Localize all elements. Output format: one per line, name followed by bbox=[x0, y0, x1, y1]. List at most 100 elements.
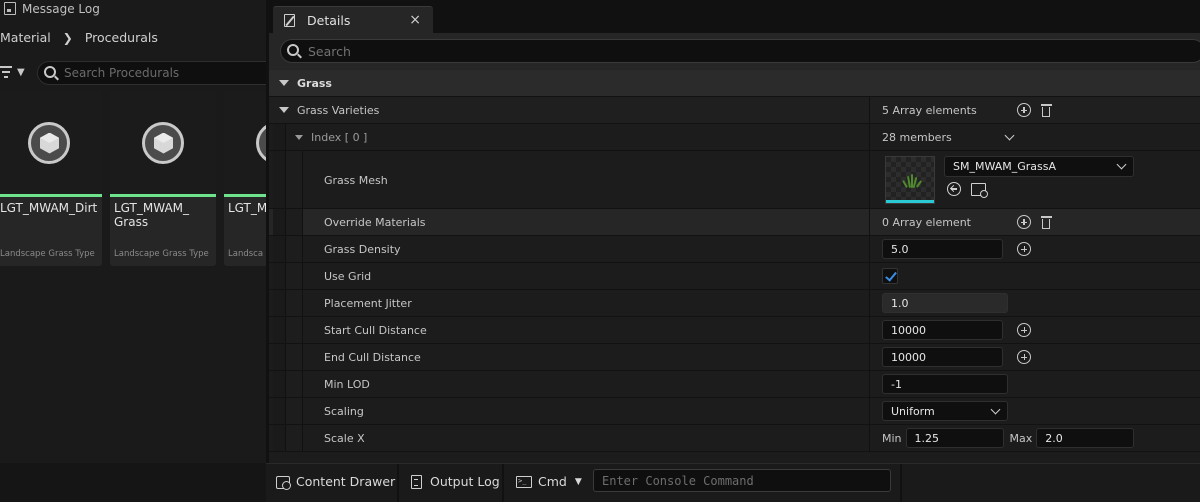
sphere-icon bbox=[256, 121, 266, 164]
min-label: Min bbox=[882, 431, 902, 445]
asset-name: LGT_MWAM_Dirt bbox=[0, 201, 98, 215]
scaling-selected: Uniform bbox=[891, 404, 935, 418]
mesh-asset-picker[interactable]: SM_MWAM_GrassA bbox=[944, 156, 1134, 177]
status-bar: Content Drawer Output Log >_ Cmd ▼ Enter… bbox=[266, 463, 1200, 502]
use-selected-icon[interactable] bbox=[947, 182, 961, 196]
grass-density-input[interactable]: 5.0 bbox=[882, 239, 1003, 259]
mesh-asset-name: SM_MWAM_GrassA bbox=[953, 160, 1057, 173]
search-placeholder: Search Procedurals bbox=[64, 66, 180, 80]
output-log-button[interactable]: Output Log bbox=[411, 464, 500, 499]
add-icon[interactable] bbox=[1016, 103, 1031, 117]
row-start-cull-distance: Start Cull Distance 10000 bbox=[269, 317, 1200, 344]
asset-name: LGT_M bbox=[228, 201, 266, 215]
section-grass[interactable]: Grass bbox=[269, 70, 1200, 97]
content-drawer-button[interactable]: Content Drawer bbox=[276, 464, 395, 499]
tab-strip: Details × bbox=[269, 0, 1200, 33]
asset-tile-partial[interactable]: LGT_M Landsca bbox=[224, 91, 266, 266]
console-placeholder: Enter Console Command bbox=[602, 473, 754, 488]
details-panel: Details × Search Grass Grass Varieties 5… bbox=[266, 0, 1200, 463]
row-scaling: Scaling Uniform bbox=[269, 398, 1200, 425]
filter-icon[interactable] bbox=[0, 66, 14, 80]
property-value: 28 members bbox=[882, 130, 952, 144]
asset-thumbnail bbox=[0, 91, 102, 194]
breadcrumb-material[interactable]: Material bbox=[0, 30, 51, 45]
collapse-icon[interactable] bbox=[295, 134, 303, 140]
property-label: Grass Varieties bbox=[297, 103, 380, 117]
row-grass-varieties: Grass Varieties 5 Array elements bbox=[269, 97, 1200, 124]
section-title: Grass bbox=[297, 76, 332, 90]
message-log-icon bbox=[4, 2, 16, 15]
scaling-dropdown[interactable]: Uniform bbox=[882, 401, 1008, 421]
chevron-right-icon: ❯ bbox=[62, 30, 73, 45]
chevron-down-icon bbox=[990, 404, 1001, 414]
add-icon[interactable] bbox=[1017, 350, 1031, 364]
property-label: Scale X bbox=[324, 431, 365, 445]
asset-tile-dirt[interactable]: LGT_MWAM_Dirt Landscape Grass Type bbox=[0, 91, 102, 266]
trash-icon[interactable] bbox=[1040, 103, 1052, 117]
row-override-materials: Override Materials 0 Array element bbox=[269, 209, 1200, 236]
asset-type: Landscape Grass Type bbox=[0, 249, 95, 259]
asset-tile-grass[interactable]: LGT_MWAM_ Grass Landscape Grass Type bbox=[110, 91, 216, 266]
use-grid-checkbox[interactable] bbox=[882, 268, 898, 284]
filter-bar: ▼ Search Procedurals bbox=[0, 61, 266, 85]
chevron-down-icon: ▼ bbox=[574, 476, 582, 487]
property-value: 0 Array element bbox=[882, 215, 971, 229]
add-icon[interactable] bbox=[1017, 323, 1031, 337]
output-log-icon bbox=[411, 474, 422, 489]
details-search-bar: Search bbox=[269, 33, 1200, 70]
trash-icon[interactable] bbox=[1040, 215, 1052, 229]
message-log-tab[interactable]: Message Log bbox=[0, 0, 266, 17]
search-procedurals-input[interactable]: Search Procedurals bbox=[37, 61, 266, 85]
close-icon[interactable]: × bbox=[409, 12, 421, 28]
chevron-down-icon[interactable]: ▼ bbox=[17, 67, 25, 78]
property-value: 5 Array elements bbox=[882, 103, 977, 117]
asset-type: Landsca bbox=[228, 249, 264, 259]
scale-x-min-input[interactable]: 1.25 bbox=[905, 428, 1004, 448]
max-label: Max bbox=[1009, 431, 1033, 445]
property-label: Grass Density bbox=[324, 242, 401, 256]
property-grid: Grass Grass Varieties 5 Array elements I… bbox=[269, 70, 1200, 452]
scale-x-max-input[interactable]: 2.0 bbox=[1036, 428, 1135, 448]
asset-type: Landscape Grass Type bbox=[114, 249, 209, 259]
asset-name: LGT_MWAM_ Grass bbox=[114, 201, 190, 229]
cube-icon bbox=[40, 132, 59, 154]
tab-details-label: Details bbox=[307, 12, 351, 28]
end-cull-distance-input[interactable]: 10000 bbox=[882, 347, 1003, 367]
sphere-icon bbox=[142, 121, 184, 164]
mesh-thumbnail[interactable] bbox=[885, 156, 935, 204]
browse-asset-icon[interactable] bbox=[971, 182, 988, 198]
add-icon[interactable] bbox=[1017, 242, 1031, 256]
property-label: Scaling bbox=[324, 404, 364, 418]
asset-thumbnail bbox=[110, 91, 216, 194]
output-log-label: Output Log bbox=[430, 474, 500, 489]
console-command-input[interactable]: Enter Console Command bbox=[593, 469, 891, 492]
content-drawer-label: Content Drawer bbox=[296, 474, 396, 489]
tab-details[interactable]: Details × bbox=[273, 6, 433, 33]
asset-thumbnail bbox=[224, 91, 266, 194]
row-use-grid: Use Grid bbox=[269, 263, 1200, 290]
start-cull-distance-input[interactable]: 10000 bbox=[882, 320, 1003, 340]
edit-icon bbox=[283, 13, 297, 27]
row-end-cull-distance: End Cull Distance 10000 bbox=[269, 344, 1200, 371]
row-scale-x: Scale X Min 1.25 Max 2.0 bbox=[269, 425, 1200, 452]
details-search-input[interactable]: Search bbox=[280, 39, 1200, 63]
message-log-label: Message Log bbox=[22, 1, 100, 16]
row-placement-jitter: Placement Jitter 1.0 bbox=[269, 290, 1200, 317]
breadcrumb-procedurals[interactable]: Procedurals bbox=[85, 30, 158, 45]
chevron-down-icon[interactable] bbox=[1004, 130, 1015, 140]
add-icon[interactable] bbox=[1016, 215, 1031, 229]
property-label: Grass Mesh bbox=[324, 173, 388, 187]
property-label: Use Grid bbox=[324, 269, 372, 283]
cube-icon bbox=[154, 132, 173, 154]
search-icon bbox=[287, 44, 299, 56]
property-label: Override Materials bbox=[324, 215, 426, 229]
collapse-icon[interactable] bbox=[279, 80, 289, 86]
min-lod-input[interactable]: -1 bbox=[882, 374, 1008, 394]
property-label: Start Cull Distance bbox=[324, 323, 427, 337]
cmd-dropdown[interactable]: >_ Cmd ▼ bbox=[516, 464, 582, 499]
collapse-icon[interactable] bbox=[279, 107, 289, 113]
row-grass-mesh: Grass Mesh SM_MWAM_GrassA bbox=[269, 151, 1200, 209]
search-icon bbox=[44, 66, 56, 78]
row-index-0: Index [ 0 ] 28 members bbox=[269, 124, 1200, 151]
placement-jitter-slider[interactable]: 1.0 bbox=[882, 293, 1008, 313]
